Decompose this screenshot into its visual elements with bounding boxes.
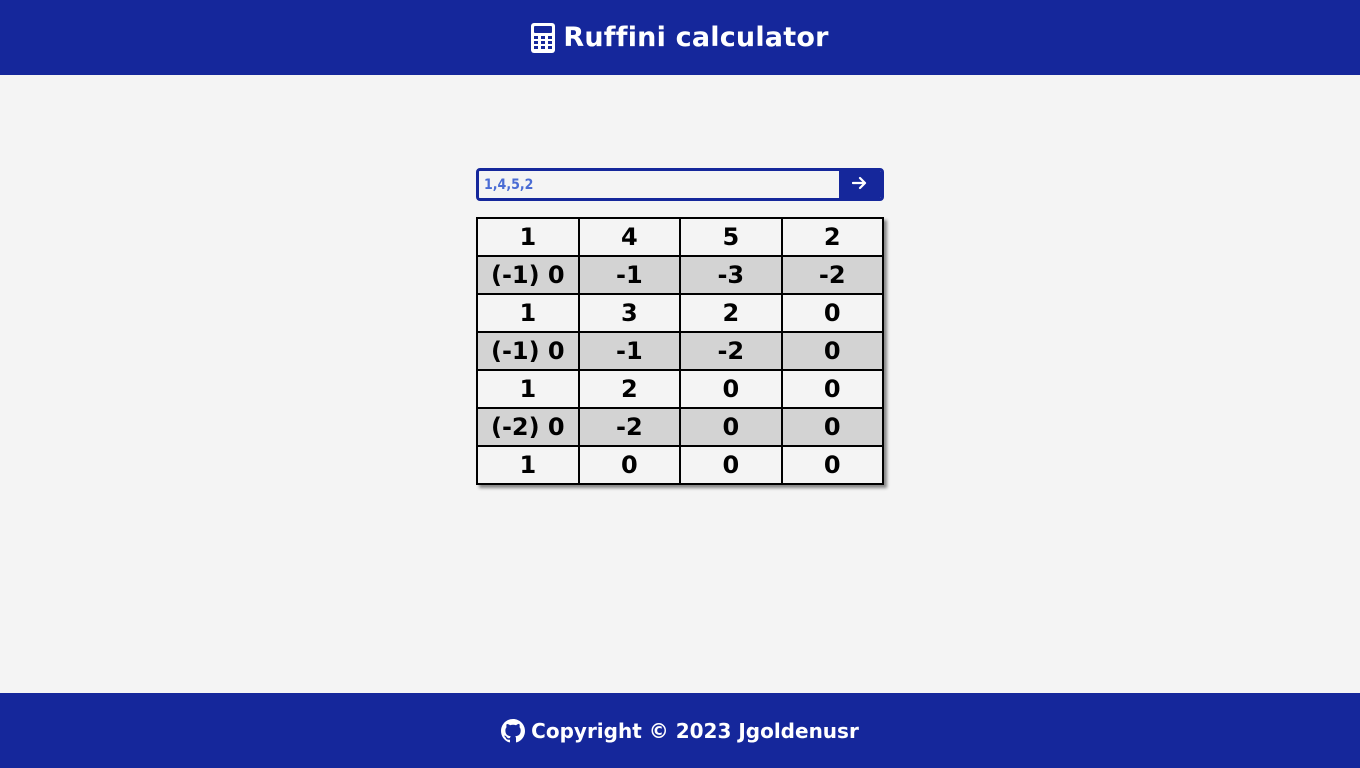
table-row: (-2) 0 -2 0 0 [476,407,885,447]
calculate-button[interactable] [839,171,881,198]
table-cell: 0 [780,445,885,485]
arrow-right-icon [851,176,868,193]
table-cell: 4 [577,217,682,257]
table-cell: 0 [780,293,885,333]
table-row: 1000 [476,445,885,485]
table-cell: 2 [577,369,682,409]
table-cell: 0 [577,445,682,485]
github-icon[interactable] [501,718,526,743]
table-cell: (-1) 0 [476,331,580,371]
table-cell: 0 [780,407,885,447]
table-cell: 0 [679,445,783,485]
table-cell: -1 [577,255,682,295]
table-cell: 0 [679,369,783,409]
ruffini-table: 1 4 5 2 (-1) 0 -1 -3 -2 1 3 2 0 (-1) 0 -1 -2 0 1 2 0 0 (-2) … [476,217,885,485]
table-cell: -2 [679,331,783,371]
title-wrap: Ruffini calculator [531,22,828,53]
table-row: 1452 [476,217,885,257]
coefficients-input[interactable] [479,171,839,198]
app-footer: Copyright © 2023 Jgoldenusr [0,693,1360,768]
table-cell: 3 [577,293,682,333]
table-cell: -1 [577,331,682,371]
table-row: 1320 [476,293,885,333]
table-cell: (-2) 0 [476,407,580,447]
table-cell: 2 [679,293,783,333]
table-row: (-1) 0 -1 -3 -2 [476,255,885,295]
table-cell: -2 [577,407,682,447]
app-header: Ruffini calculator [0,0,1360,75]
table-cell: 2 [780,217,885,257]
polynomial-search-bar [476,168,884,201]
table-cell: 0 [780,331,885,371]
table-cell: 1 [476,445,580,485]
table-row: 1200 [476,369,885,409]
table-cell: (-1) 0 [476,255,580,295]
table-cell: 5 [679,217,783,257]
page-title: Ruffini calculator [563,22,829,53]
table-cell: 0 [679,407,783,447]
table-cell: 1 [476,293,580,333]
table-cell: 1 [476,369,580,409]
ruffini-table-body: 1 4 5 2 (-1) 0 -1 -3 -2 1 3 2 0 (-1) 0 -1 -2 0 1 2 0 0 (-2) … [476,217,885,485]
table-row: (-1) 0 -1 -2 0 [476,331,885,371]
copyright-text: Copyright © 2023 Jgoldenusr [531,718,859,743]
table-cell: 0 [780,369,885,409]
table-cell: 1 [476,217,580,257]
calculator-icon [531,22,556,53]
table-cell: -3 [679,255,783,295]
table-cell: -2 [780,255,885,295]
